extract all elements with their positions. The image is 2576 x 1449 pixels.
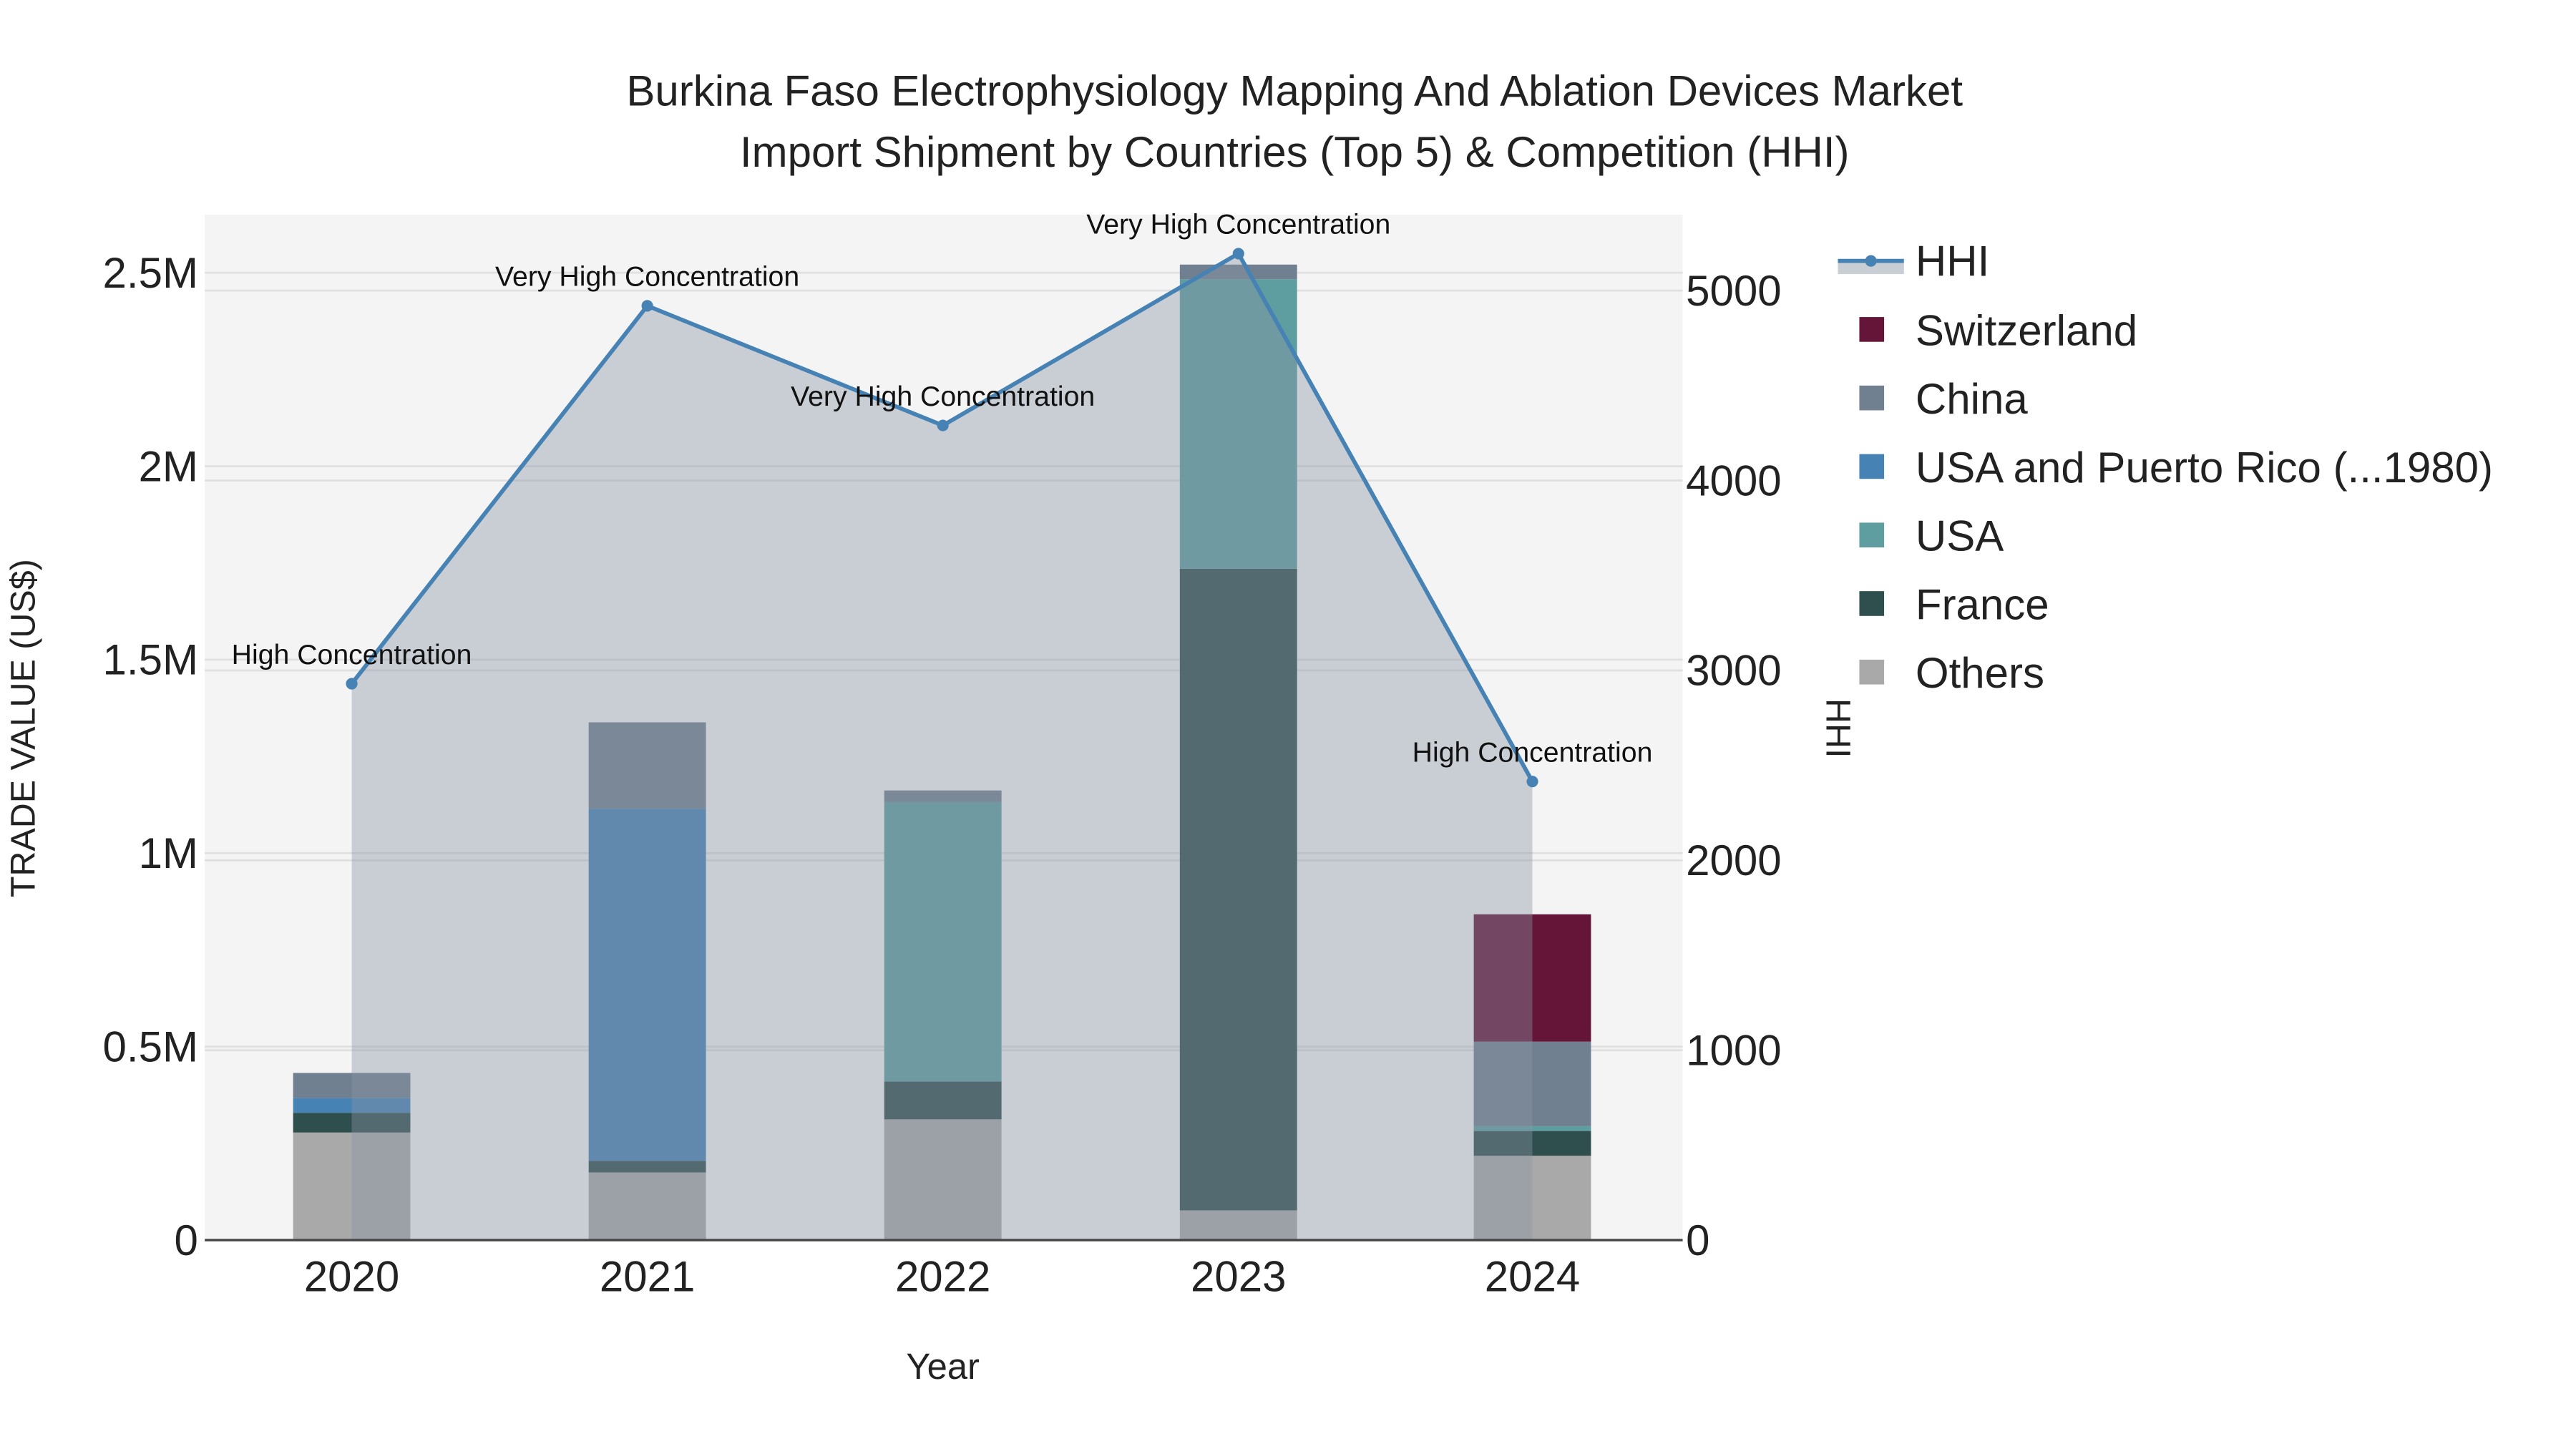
legend-label: Others (1916, 649, 2044, 697)
legend-hhi-swatch-point (1865, 255, 1877, 267)
legend-label: USA (1916, 512, 2004, 560)
x-tick-label: 2023 (1191, 1253, 1286, 1301)
hhi-annotation-2022: Very High Concentration (791, 381, 1095, 412)
y2-tick-label: 4000 (1686, 457, 1781, 504)
y2-tick-label: 0 (1686, 1216, 1709, 1264)
hhi-annotation-2023: Very High Concentration (1086, 209, 1390, 240)
y-tick-label: 1.5M (103, 636, 198, 684)
hhi-point-2022 (937, 419, 949, 431)
y-tick-label: 0 (175, 1216, 198, 1264)
y-tick-label: 2.5M (103, 249, 198, 297)
x-tick-label: 2021 (600, 1253, 695, 1301)
legend-swatch-france (1859, 591, 1885, 616)
hhi-annotation-2020: High Concentration (232, 639, 472, 670)
legend-swatch-china (1859, 385, 1885, 411)
y-tick-label: 1M (139, 829, 198, 877)
legend-swatch-usa (1859, 522, 1885, 547)
legend-swatch-others (1859, 659, 1885, 685)
legend-label: China (1916, 375, 2028, 423)
legend-label: USA and Puerto Rico (...1980) (1916, 444, 2493, 492)
legend-swatch-usa-and-puerto-rico-1980- (1859, 454, 1885, 479)
y-axis-label: TRADE VALUE (US$) (4, 559, 42, 897)
hhi-annotation-2021: Very High Concentration (495, 261, 799, 293)
y2-tick-label: 1000 (1686, 1026, 1781, 1074)
chart-title-line1: Burkina Faso Electrophysiology Mapping A… (626, 67, 1963, 115)
x-tick-label: 2022 (895, 1253, 990, 1301)
x-tick-label: 2020 (304, 1253, 399, 1301)
legend-swatch-switzerland (1859, 317, 1885, 342)
x-axis-label: Year (906, 1346, 980, 1387)
y2-tick-label: 2000 (1686, 836, 1781, 884)
y2-tick-label: 5000 (1686, 267, 1781, 315)
legend-hhi-label: HHI (1916, 237, 1989, 285)
legend-label: Switzerland (1916, 306, 2137, 354)
hhi-point-2020 (346, 678, 358, 690)
y-tick-label: 0.5M (103, 1023, 198, 1070)
legend-label: France (1916, 580, 2049, 628)
hhi-annotation-2024: High Concentration (1413, 736, 1653, 768)
y2-tick-label: 3000 (1686, 647, 1781, 695)
x-tick-label: 2024 (1485, 1253, 1580, 1301)
chart-title-line2: Import Shipment by Countries (Top 5) & C… (740, 128, 1850, 176)
hhi-point-2021 (641, 300, 653, 312)
chart: Burkina Faso Electrophysiology Mapping A… (4, 67, 2493, 1387)
hhi-point-2023 (1232, 248, 1244, 260)
y2-axis-label: HHI (1818, 698, 1857, 758)
y-tick-label: 2M (139, 442, 198, 490)
hhi-point-2024 (1526, 776, 1538, 788)
